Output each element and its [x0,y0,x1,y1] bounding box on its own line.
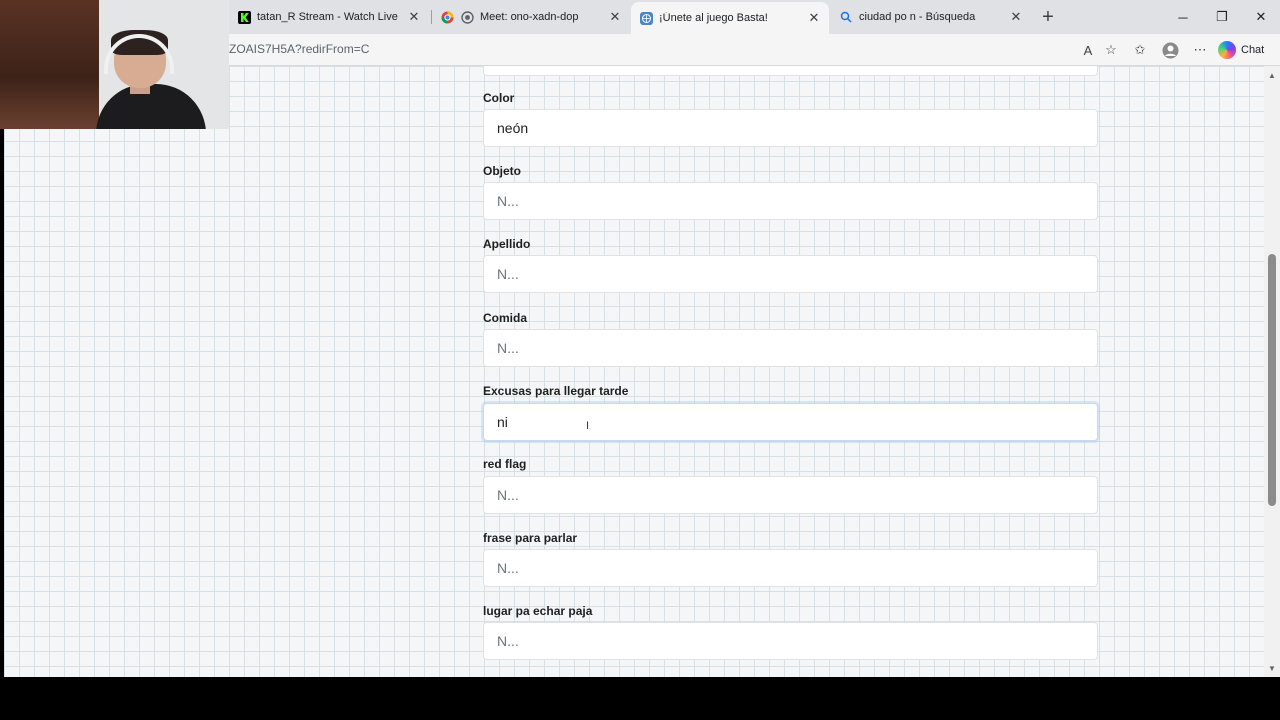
field-input-excusas[interactable] [483,403,1098,441]
more-menu-icon[interactable]: ⋯ [1191,41,1209,59]
new-tab-button[interactable]: + [1037,6,1059,28]
chat-label: Chat [1241,44,1265,56]
favorite-star-icon[interactable]: ☆ [1102,41,1120,59]
tab-meet[interactable]: Meet: ono-xadn-dop ✕ [432,4,630,30]
tab-title: ¡Únete al juego Basta! [659,12,768,24]
minimize-icon[interactable]: ─ [1172,6,1194,28]
game-page: Color Objeto Apellido Comida Excusas par… [4,66,1264,677]
field-label-objeto: Objeto [483,164,521,178]
close-window-icon[interactable]: ✕ [1250,6,1272,28]
field-input-red-flag[interactable] [483,476,1098,514]
tab-kick-stream[interactable]: tatan_R Stream - Watch Live on Ki ✕ [229,4,429,30]
field-label-lugar: lugar pa echar paja [483,604,593,618]
webcam-overlay [0,0,229,129]
scroll-down-icon[interactable]: ▼ [1264,661,1280,675]
field-label-excusas: Excusas para llegar tarde [483,384,629,398]
field-label-comida: Comida [483,311,528,325]
scroll-up-icon[interactable]: ▲ [1264,68,1280,82]
profile-avatar-icon[interactable] [1161,41,1179,59]
restore-icon[interactable]: ❐ [1211,6,1233,28]
copilot-chat-button[interactable]: Chat [1218,39,1264,61]
kick-icon [237,10,251,24]
taskbar-area [0,677,1280,720]
field-input-frase[interactable] [483,549,1098,587]
close-icon[interactable]: ✕ [608,9,622,24]
field-input-comida[interactable] [483,329,1098,367]
previous-field-input[interactable] [483,66,1098,76]
copilot-icon [1218,41,1236,59]
tab-title: Meet: ono-xadn-dop [480,11,579,23]
tab-basta-game[interactable]: ¡Únete al juego Basta! ✕ [631,2,829,34]
field-label-color: Color [483,91,515,105]
read-aloud-icon[interactable]: A [1079,41,1097,59]
close-icon[interactable]: ✕ [407,9,421,24]
webcam-background-door [0,0,99,129]
tab-search[interactable]: ciudad po n - Búsqueda ✕ [831,4,1031,30]
field-label-red-flag: red flag [483,457,527,471]
tab-title: tatan_R Stream - Watch Live on Ki [257,11,401,23]
field-input-color[interactable] [483,109,1098,147]
tab-title: ciudad po n - Búsqueda [859,11,976,23]
page-scrollbar[interactable]: ▲ ▼ [1264,66,1280,677]
text-cursor-icon: I [586,420,590,432]
search-icon [839,10,853,24]
close-icon[interactable]: ✕ [807,10,821,25]
field-label-apellido: Apellido [483,237,531,251]
field-input-lugar[interactable] [483,622,1098,660]
favorites-icon[interactable]: ✩ [1131,41,1149,59]
close-icon[interactable]: ✕ [1009,9,1023,24]
address-bar[interactable]: ZOAIS7H5A?redirFrom=C [229,42,369,56]
scroll-thumb[interactable] [1268,254,1276,506]
chrome-icon [440,10,454,24]
globe-icon [639,11,653,25]
meet-icon [460,10,474,24]
field-label-frase: frase para parlar [483,531,578,545]
field-input-objeto[interactable] [483,182,1098,220]
field-input-apellido[interactable] [483,255,1098,293]
